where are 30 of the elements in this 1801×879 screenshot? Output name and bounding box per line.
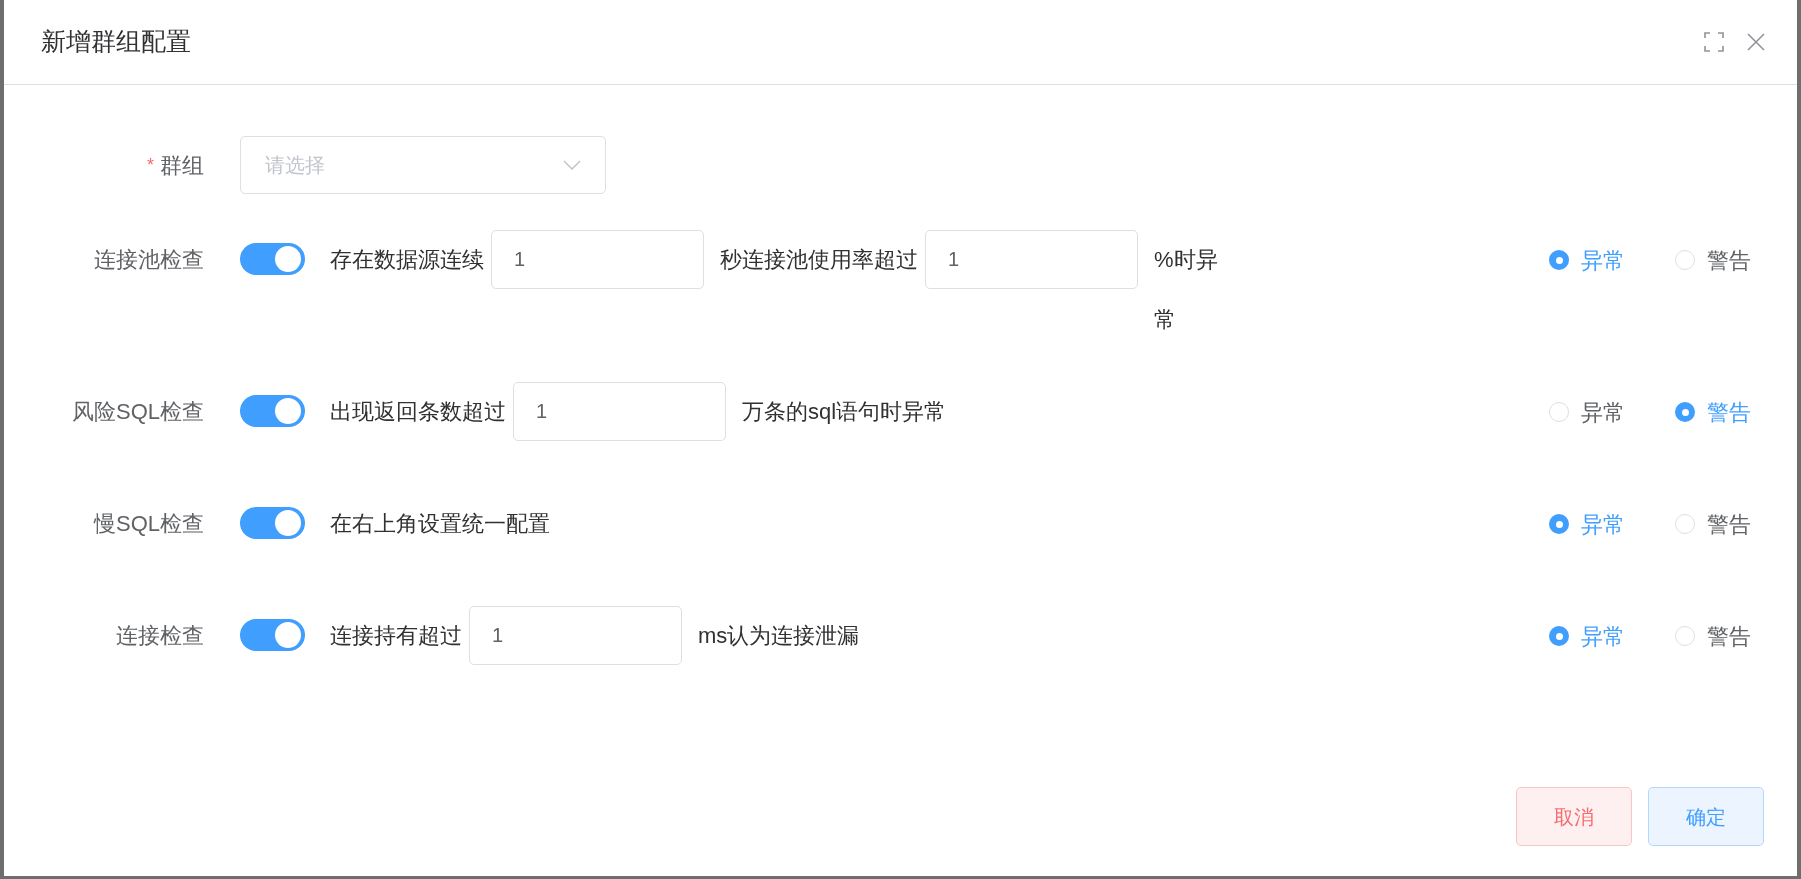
toggle-switch[interactable] xyxy=(240,243,305,275)
radio-option[interactable]: 警告 xyxy=(1675,243,1751,277)
description-text: 连接持有超过 xyxy=(330,622,462,650)
toggle-switch[interactable] xyxy=(240,507,305,539)
number-field[interactable]: 1 xyxy=(469,606,682,665)
number-field[interactable]: 1 xyxy=(925,230,1138,289)
field-label: 群组 xyxy=(160,151,204,180)
check-label: 慢SQL检查 xyxy=(92,510,205,538)
close-icon[interactable] xyxy=(1747,33,1765,51)
description-text: 在右上角设置统一配置 xyxy=(330,510,551,538)
description-text: 秒连接池使用率超过 xyxy=(720,246,918,274)
toggle-switch[interactable] xyxy=(240,619,305,651)
radio-option[interactable]: 警告 xyxy=(1675,507,1751,541)
fullscreen-icon[interactable] xyxy=(1704,32,1724,52)
description-text: 存在数据源连续 xyxy=(330,246,484,274)
description-text: ms认为连接泄漏 xyxy=(698,622,861,650)
chevron-down-icon xyxy=(563,160,581,170)
required-asterisk: * xyxy=(147,153,154,177)
toggle-switch[interactable] xyxy=(240,395,305,427)
dialog-title: 新增群组配置 xyxy=(41,26,191,58)
check-label: 连接池检查 xyxy=(93,246,205,274)
description-text: 万条的sql语句时异常 xyxy=(742,398,948,426)
description-text: 出现返回条数超过 xyxy=(330,398,506,426)
number-field[interactable]: 1 xyxy=(513,382,726,441)
radio-option[interactable]: 异常 xyxy=(1549,395,1625,429)
check-label: 风险SQL检查 xyxy=(70,398,205,426)
description-text: %时异常 xyxy=(1154,246,1219,334)
radio-option[interactable]: 警告 xyxy=(1675,619,1751,653)
number-field[interactable]: 1 xyxy=(491,230,704,289)
check-label: 连接检查 xyxy=(115,622,205,650)
